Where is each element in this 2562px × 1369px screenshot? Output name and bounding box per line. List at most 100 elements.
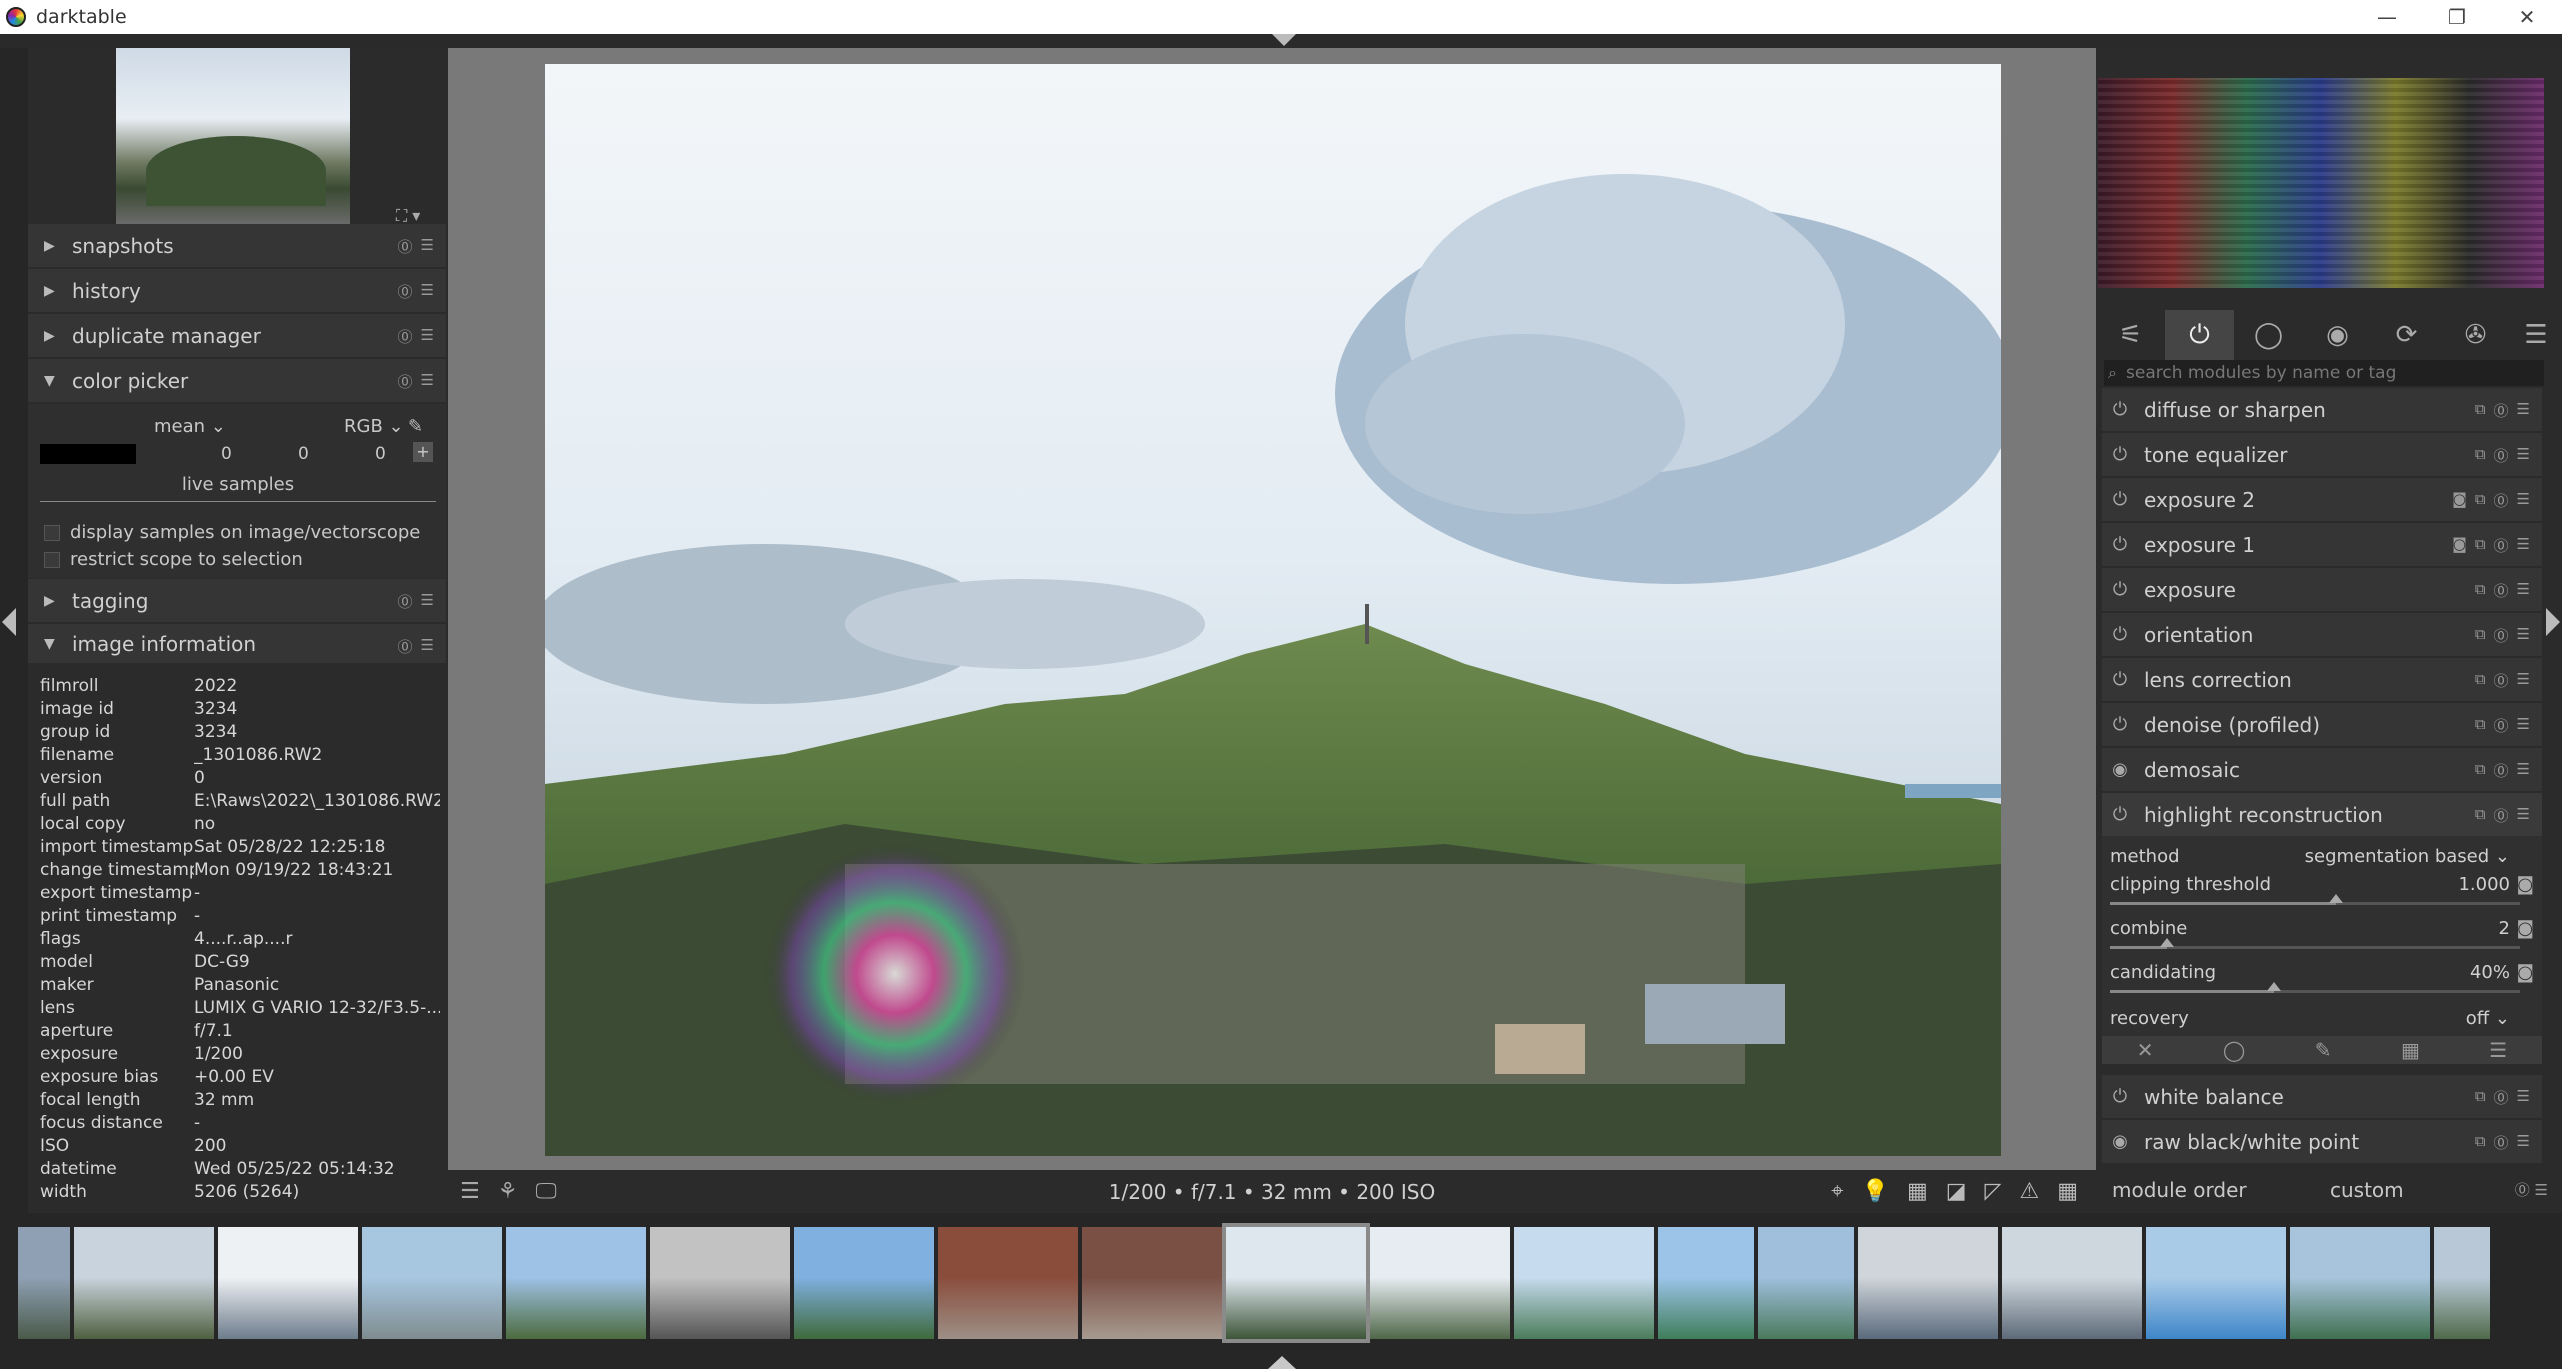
close-button[interactable]: ✕ [2492,0,2562,34]
collapse-top-icon[interactable] [1272,34,1296,46]
color-picker-toggle-icon[interactable]: ◙ [2517,918,2534,939]
multi-instance-icon[interactable]: ⧉ [2475,1087,2486,1108]
filmstrip-thumbnail[interactable] [218,1227,358,1339]
presets-icon[interactable]: ☰ [421,281,434,302]
clipping-indicator-icon[interactable]: ◪ [1946,1179,1967,1204]
slider-knob[interactable] [2160,938,2175,947]
module-exposure-2[interactable]: ⏻ exposure 2 ◙ ⧉ ⓪ ☰ [2102,478,2542,522]
module-order-presets-icon[interactable]: ⓪ ☰ [2515,1179,2548,1200]
filmstrip-thumbnail[interactable] [18,1227,70,1339]
clipping-threshold-slider[interactable]: clipping threshold 1.000 ◙ [2110,874,2534,895]
color-mode-select[interactable]: RGB ⌄ [344,416,404,437]
correct-modules-tab-icon[interactable]: ⟳ [2372,310,2441,360]
raw-overexposed-icon[interactable]: ▦ [1907,1179,1928,1204]
filmstrip-thumbnail[interactable] [74,1227,214,1339]
multi-instance-icon[interactable]: ⧉ [2475,760,2486,781]
checkbox-box[interactable] [44,551,60,568]
filmstrip-thumbnail[interactable] [1370,1227,1510,1339]
maximize-button[interactable]: ❐ [2422,0,2492,34]
module-denoise-profiled[interactable]: ⏻ denoise (profiled) ⧉ ⓪ ☰ [2102,703,2542,747]
power-icon[interactable]: ⏻ [2110,1086,2130,1107]
power-icon[interactable]: ⏻ [2110,669,2130,690]
method-value[interactable]: segmentation based ⌄ [2305,846,2510,867]
module-demosaic[interactable]: ◉ demosaic ⧉ ⓪ ☰ [2102,748,2542,792]
combine-slider-track[interactable] [2110,938,2520,949]
gamut-check-icon[interactable]: ⚠ [2019,1179,2039,1204]
filmstrip-thumbnail[interactable] [2002,1227,2142,1339]
module-search-input[interactable]: ⌕ search modules by name or tag [2104,360,2544,386]
module-tone-equalizer[interactable]: ⏻ tone equalizer ⧉ ⓪ ☰ [2102,433,2542,477]
presets-icon[interactable]: ☰ [421,371,434,392]
module-highlight-reconstruction[interactable]: ⏻ highlight reconstruction ⧉ ⓪ ☰ [2102,793,2542,837]
parametric-mask-icon[interactable]: ▦ [2401,1038,2420,1062]
softproof-icon[interactable]: ◸ [1985,1179,2002,1204]
presets-icon[interactable]: ☰ [2517,400,2530,421]
base-modules-tab-icon[interactable]: ◯ [2234,310,2303,360]
power-icon[interactable]: ⏻ [2110,804,2130,825]
multi-instance-icon[interactable]: ⧉ [2475,445,2486,466]
recovery-value[interactable]: off ⌄ [2466,1008,2510,1029]
reset-icon[interactable]: ⓪ [2494,400,2509,421]
mask-off-icon[interactable]: ✕ [2137,1038,2154,1062]
presets-icon[interactable]: ☰ [421,636,434,657]
navigation-thumbnail[interactable] [116,48,350,224]
module-exposure-1[interactable]: ⏻ exposure 1 ◙ ⧉ ⓪ ☰ [2102,523,2542,567]
method-select[interactable]: method segmentation based ⌄ [2110,846,2534,867]
reset-icon[interactable]: ⓪ [398,236,413,257]
presets-menu-icon[interactable]: ☰ [2510,310,2562,360]
module-order-bar[interactable]: module order custom ⓪ ☰ [2096,1168,2562,1211]
module-tagging[interactable]: ▶ tagging ⓪ ☰ [28,579,446,623]
top-panel-toggle[interactable] [0,34,2562,48]
filmstrip-thumbnail[interactable] [362,1227,502,1339]
presets-icon[interactable]: ☰ [2517,760,2530,781]
module-history[interactable]: ▶ history ⓪ ☰ [28,269,446,313]
multi-instance-icon[interactable]: ⧉ [2475,715,2486,736]
drawn-mask-icon[interactable]: ✎ [2315,1038,2332,1062]
filmstrip-thumbnail[interactable] [1858,1227,1998,1339]
module-white-balance[interactable]: ⏻ white balance ⧉ ⓪ ☰ [2102,1075,2542,1119]
multi-instance-icon[interactable]: ⧉ [2475,535,2486,556]
filmstrip-thumbnail[interactable] [2434,1227,2490,1339]
presets-icon[interactable]: ☰ [2517,1132,2530,1153]
reset-icon[interactable]: ⓪ [2494,490,2509,511]
presets-icon[interactable]: ☰ [2517,535,2530,556]
collapse-right-panel-icon[interactable] [2546,608,2560,636]
reset-icon[interactable]: ⓪ [2494,445,2509,466]
presets-icon[interactable]: ☰ [2517,490,2530,511]
filmstrip-thumbnail[interactable] [1514,1227,1654,1339]
filmstrip-thumbnail[interactable] [2146,1227,2286,1339]
presets-icon[interactable]: ☰ [2517,715,2530,736]
presets-icon[interactable]: ☰ [2517,625,2530,646]
reset-icon[interactable]: ⓪ [2494,1087,2509,1108]
quick-access-tab-icon[interactable]: ⚟ [2096,310,2165,360]
module-snapshots[interactable]: ▶ snapshots ⓪ ☰ [28,224,446,268]
slider-knob[interactable] [2267,982,2281,991]
candidating-slider-track[interactable] [2110,982,2520,993]
effect-modules-tab-icon[interactable]: ✇ [2441,310,2510,360]
presets-icon[interactable]: ☰ [2517,805,2530,826]
minimize-button[interactable]: — [2352,0,2422,34]
reset-icon[interactable]: ⓪ [2494,715,2509,736]
multi-instance-icon[interactable]: ⧉ [2475,805,2486,826]
presets-icon[interactable]: ☰ [2517,445,2530,466]
combine-slider[interactable]: combine 2 ◙ [2110,918,2534,939]
multi-instance-icon[interactable]: ⧉ [2475,400,2486,421]
module-raw-black-white-point[interactable]: ◉ raw black/white point ⧉ ⓪ ☰ [2102,1120,2542,1164]
add-sample-button[interactable]: + [413,442,433,462]
filmstrip-thumbnail[interactable] [506,1227,646,1339]
color-assessment-icon[interactable]: 💡 [1862,1179,1889,1204]
navigation-zoom-icon[interactable]: ⛶ ▾ [396,206,420,226]
presets-icon[interactable]: ☰ [421,326,434,347]
module-diffuse-or-sharpen[interactable]: ⏻ diffuse or sharpen ⧉ ⓪ ☰ [2102,388,2542,432]
uniform-mask-icon[interactable]: ◯ [2223,1038,2245,1062]
active-modules-tab-icon[interactable]: ⏻ [2165,310,2234,360]
color-picker-toggle-icon[interactable]: ◙ [2517,962,2534,983]
filmstrip-thumbnail[interactable] [1222,1223,1370,1343]
collapse-left-panel-icon[interactable] [2,608,16,636]
reset-icon[interactable]: ⓪ [398,636,413,657]
presets-icon[interactable]: ☰ [421,591,434,612]
main-image[interactable] [545,64,2001,1156]
filmstrip-thumbnail[interactable] [650,1227,790,1339]
reset-icon[interactable]: ⓪ [398,591,413,612]
filmstrip-thumbnail[interactable] [938,1227,1078,1339]
